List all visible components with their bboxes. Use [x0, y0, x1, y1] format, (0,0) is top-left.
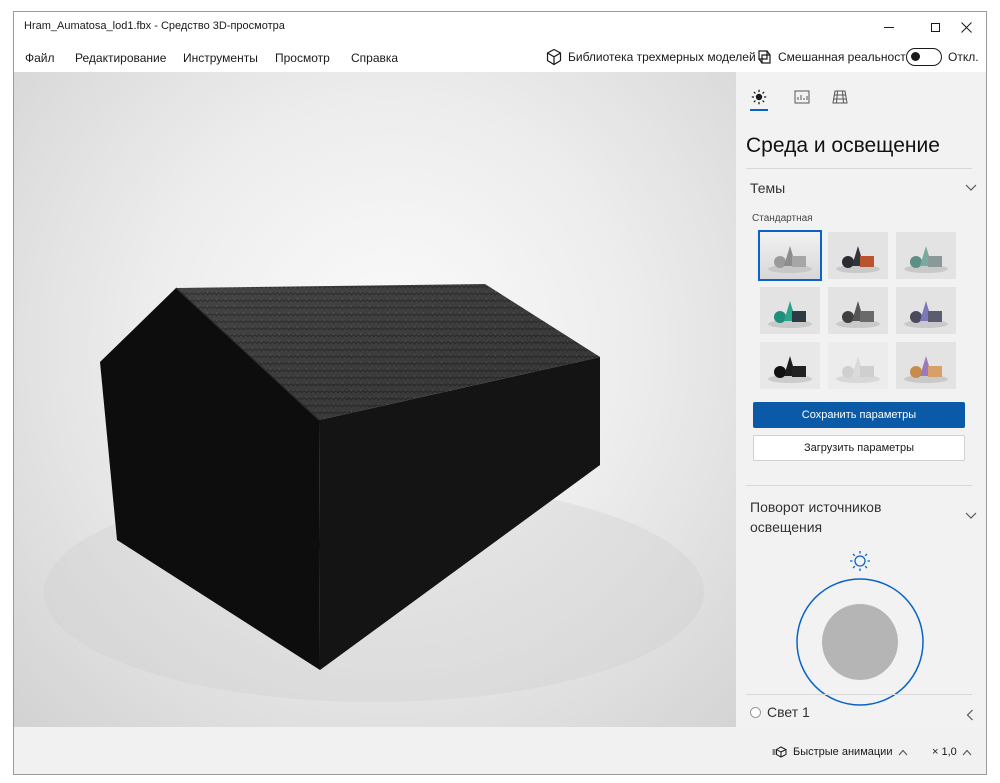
- divider: [746, 168, 972, 169]
- tab-environment[interactable]: [746, 86, 772, 111]
- theme-teal-grey[interactable]: [894, 230, 958, 281]
- light-1-row[interactable]: Свет 1: [750, 704, 810, 720]
- window-title: Hram_Aumatosa_lod1.fbx - Средство 3D-про…: [24, 20, 285, 32]
- light-handle-sun-icon[interactable]: [850, 551, 870, 571]
- toggle-state-label: Откл.: [948, 50, 979, 64]
- menu-help[interactable]: Справка: [351, 51, 398, 65]
- mixed-reality-button[interactable]: Смешанная реальность: [755, 48, 912, 66]
- theme-preview: [760, 342, 820, 389]
- menu-tools[interactable]: Инструменты: [183, 51, 258, 65]
- minimize-icon: [884, 26, 894, 28]
- theme-preview: [828, 342, 888, 389]
- theme-standard[interactable]: [758, 230, 822, 281]
- cube-icon: [546, 48, 562, 66]
- speed-selector[interactable]: × 1,0: [932, 746, 972, 758]
- menu-bar: Файл Редактирование Инструменты Просмотр…: [14, 42, 986, 72]
- theme-white[interactable]: [826, 340, 890, 391]
- theme-bronze[interactable]: [894, 340, 958, 391]
- speed-value: × 1,0: [932, 746, 957, 758]
- theme-dark-warm[interactable]: [826, 230, 890, 281]
- app-window: Hram_Aumatosa_lod1.fbx - Средство 3D-про…: [13, 11, 987, 775]
- theme-preview: [896, 342, 956, 389]
- minimize-button[interactable]: [866, 12, 912, 42]
- sun-icon: [751, 89, 767, 105]
- 3d-viewport[interactable]: [14, 72, 736, 727]
- themes-heading[interactable]: Темы: [750, 180, 785, 196]
- light-rotation-dial[interactable]: [772, 542, 948, 718]
- menu-view[interactable]: Просмотр: [275, 51, 330, 65]
- theme-teal-dark[interactable]: [758, 285, 822, 336]
- theme-violet[interactable]: [894, 285, 958, 336]
- close-icon: [960, 21, 972, 33]
- chevron-down-icon[interactable]: [965, 184, 977, 192]
- chart-icon: [794, 90, 810, 104]
- tab-grid[interactable]: [827, 86, 853, 108]
- divider: [746, 485, 972, 486]
- mixed-reality-label: Смешанная реальность: [778, 50, 912, 64]
- quick-animations-label: Быстрые анимации: [793, 746, 893, 758]
- theme-preview: [896, 287, 956, 334]
- toggle-switch[interactable]: [906, 48, 942, 66]
- chevron-left-icon[interactable]: [966, 709, 974, 721]
- chevron-up-icon: [899, 749, 908, 755]
- theme-preview: [828, 287, 888, 334]
- animation-icon: [772, 746, 787, 758]
- toggle-knob: [911, 52, 920, 61]
- menu-edit[interactable]: Редактирование: [75, 51, 166, 65]
- status-bar: Быстрые анимации × 1,0: [14, 727, 986, 774]
- 3d-library-label: Библиотека трехмерных моделей: [568, 50, 756, 64]
- light-rotation-heading[interactable]: Поворот источников освещения: [750, 497, 930, 537]
- maximize-icon: [930, 22, 940, 32]
- divider: [746, 694, 972, 695]
- quick-animations-button[interactable]: Быстрые анимации: [772, 746, 908, 758]
- dial-sphere: [822, 604, 898, 680]
- theme-preview: [896, 232, 956, 279]
- theme-grid: [758, 230, 962, 391]
- save-settings-button[interactable]: Сохранить параметры: [753, 402, 965, 428]
- mixed-reality-icon: [758, 50, 771, 64]
- load-settings-button[interactable]: Загрузить параметры: [753, 435, 965, 461]
- mixed-reality-toggle[interactable]: Откл.: [906, 48, 979, 66]
- menu-file[interactable]: Файл: [25, 51, 55, 65]
- theme-preview: [760, 232, 820, 279]
- panel-title: Среда и освещение: [746, 134, 940, 157]
- theme-graphite[interactable]: [826, 285, 890, 336]
- 3d-library-button[interactable]: Библиотека трехмерных моделей: [545, 48, 756, 66]
- grid-icon: [832, 90, 848, 104]
- 3d-model-house[interactable]: [14, 72, 736, 727]
- chevron-down-icon[interactable]: [965, 512, 977, 520]
- close-button[interactable]: [944, 12, 986, 42]
- theme-preview: [760, 287, 820, 334]
- tab-stats[interactable]: [789, 86, 815, 108]
- chevron-up-icon: [962, 749, 972, 755]
- environment-panel: Среда и освещение Темы Стандартная Сохра…: [736, 72, 986, 727]
- title-bar: Hram_Aumatosa_lod1.fbx - Средство 3D-про…: [14, 12, 986, 42]
- selected-theme-name: Стандартная: [752, 213, 813, 224]
- theme-preview: [828, 232, 888, 279]
- theme-black[interactable]: [758, 340, 822, 391]
- light-1-radio[interactable]: [750, 706, 761, 718]
- light-1-label: Свет 1: [767, 704, 810, 720]
